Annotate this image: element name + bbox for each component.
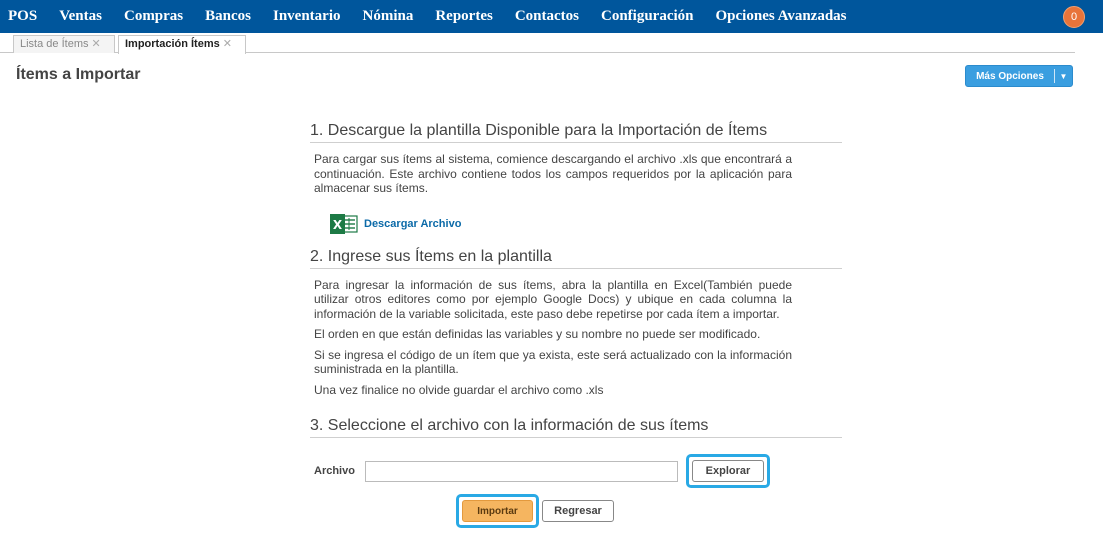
nav-item-reportes[interactable]: Reportes <box>424 8 503 25</box>
browse-button[interactable]: Explorar <box>692 460 764 482</box>
import-button[interactable]: Importar <box>462 500 533 522</box>
tab-importacion-items[interactable]: Importación Ítems ✕ <box>118 35 246 54</box>
import-instructions: 1. Descargue la plantilla Disponible par… <box>310 122 842 488</box>
top-navigation: POS Ventas Compras Bancos Inventario Nóm… <box>0 0 1103 33</box>
more-options-label: Más Opciones <box>976 70 1044 82</box>
form-actions: Importar Regresar <box>456 494 614 528</box>
caret-down-icon[interactable]: ▼ <box>1055 72 1072 81</box>
nav-item-nomina[interactable]: Nómina <box>352 8 425 25</box>
tab-bar: Lista de Ítems ✕ Importación Ítems ✕ <box>0 33 1075 54</box>
nav-item-bancos[interactable]: Bancos <box>194 8 262 25</box>
step2-paragraph: Para ingresar la información de sus ítem… <box>314 277 792 321</box>
step2-title: 2. Ingrese sus Ítems en la plantilla <box>310 248 842 269</box>
step1-text: Para cargar sus ítems al sistema, comien… <box>314 152 792 195</box>
notification-badge[interactable]: 0 <box>1063 6 1085 28</box>
nav-item-configuracion[interactable]: Configuración <box>590 8 705 25</box>
close-icon[interactable]: ✕ <box>223 38 232 50</box>
step2-paragraph: Si se ingresa el código de un ítem que y… <box>314 347 792 377</box>
step3-title: 3. Seleccione el archivo con la informac… <box>310 417 842 438</box>
import-button-highlight: Importar <box>456 494 539 528</box>
tab-label: Importación Ítems <box>125 38 220 50</box>
file-label: Archivo <box>314 465 355 477</box>
nav-item-pos[interactable]: POS <box>0 8 48 25</box>
nav-item-compras[interactable]: Compras <box>113 8 194 25</box>
file-path-input[interactable] <box>365 460 678 482</box>
page-title: Ítems a Importar <box>16 66 141 83</box>
browse-button-highlight: Explorar <box>686 454 770 488</box>
nav-item-inventario[interactable]: Inventario <box>262 8 352 25</box>
download-file-link[interactable]: X Descargar Archivo <box>330 213 842 234</box>
tab-label: Lista de Ítems <box>20 38 89 50</box>
nav-item-ventas[interactable]: Ventas <box>48 8 113 25</box>
svg-text:X: X <box>333 218 343 232</box>
tab-lista-de-items[interactable]: Lista de Ítems ✕ <box>13 35 115 53</box>
step2-paragraph: El orden en que están definidas las vari… <box>314 327 761 341</box>
download-file-label: Descargar Archivo <box>364 217 462 230</box>
file-select-row: Archivo Explorar <box>310 454 842 488</box>
excel-file-icon: X <box>330 213 358 234</box>
nav-item-contactos[interactable]: Contactos <box>504 8 590 25</box>
back-button[interactable]: Regresar <box>542 500 614 522</box>
step1-title: 1. Descargue la plantilla Disponible par… <box>310 122 842 143</box>
more-options-button[interactable]: Más Opciones ▼ <box>965 65 1073 87</box>
nav-item-opciones-avanzadas[interactable]: Opciones Avanzadas <box>705 8 858 25</box>
close-icon[interactable]: ✕ <box>91 38 100 50</box>
step2-paragraph: Una vez finalice no olvide guardar el ar… <box>314 382 604 397</box>
